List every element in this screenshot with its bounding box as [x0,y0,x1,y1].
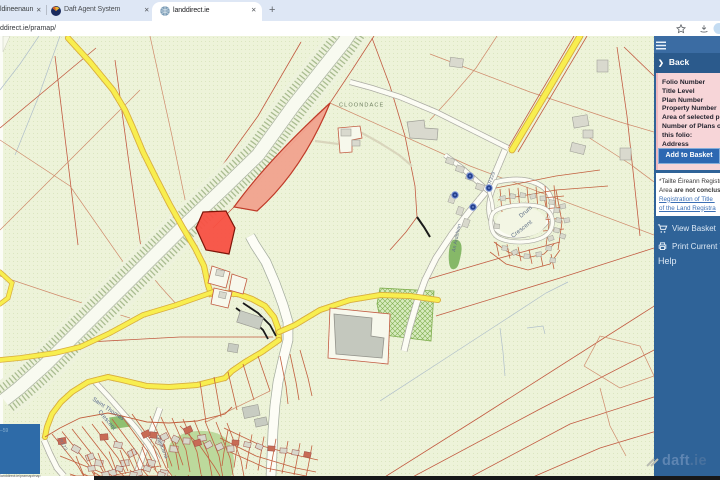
svg-text:CLOONDACE: CLOONDACE [339,103,384,109]
